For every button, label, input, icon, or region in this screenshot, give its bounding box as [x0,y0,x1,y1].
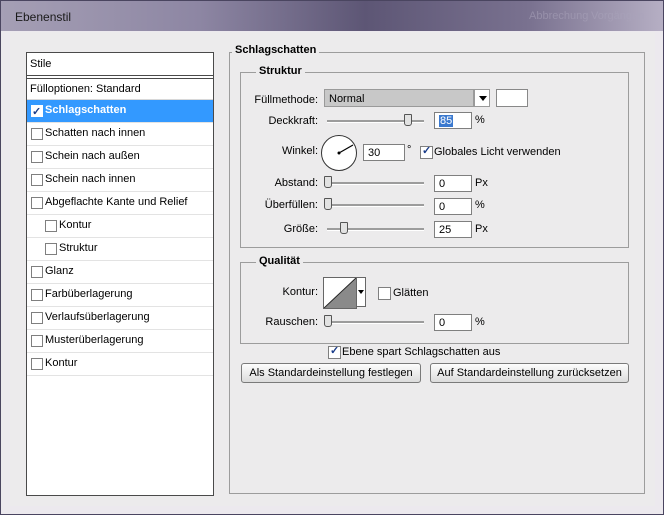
style-item-label: Schlagschatten [45,104,127,116]
spread-input[interactable]: 0 [434,198,472,215]
style-item[interactable]: Musterüberlagerung [27,330,213,353]
spread-slider-thumb[interactable] [324,198,332,210]
angle-label: Winkel: [281,145,318,157]
noise-label: Rauschen: [265,316,318,328]
style-item-label: Farbüberlagerung [45,288,133,300]
title-reflection-text: Abbrechung [529,10,589,22]
styles-header[interactable]: Stile [27,53,213,76]
distance-label: Abstand: [274,177,318,189]
opacity-unit: % [475,114,485,126]
angle-input[interactable]: 30 [363,144,405,161]
style-item[interactable]: Farbüberlagerung [27,284,213,307]
angle-unit: ° [407,144,412,156]
style-item-checkbox[interactable] [31,151,43,163]
style-item[interactable]: Schatten nach innen [27,123,213,146]
style-item-label: Schein nach außen [45,150,140,162]
distance-slider-thumb[interactable] [324,176,332,188]
contour-label: Kontur: [282,286,318,298]
style-item-label: Abgeflachte Kante und Relief [45,196,188,208]
knockout-label: Ebene spart Schlagschatten aus [342,346,501,358]
style-items: Schlagschatten Schatten nach innen Schein … [27,100,213,376]
distance-unit: Px [475,177,488,189]
opacity-label: Deckkraft: [268,115,318,127]
angle-dial-icon[interactable] [321,135,357,171]
style-item-checkbox[interactable] [31,266,43,278]
noise-unit: % [475,316,485,328]
structure-title: Struktur [256,65,305,77]
style-item-label: Kontur [59,219,92,231]
style-item-checkbox[interactable] [31,312,43,324]
dialog-client-area: Stile Fülloptionen: Standard Schlagschat… [10,32,655,506]
distance-input[interactable]: 0 [434,175,472,192]
noise-input[interactable]: 0 [434,314,472,331]
styles-list: Stile Fülloptionen: Standard Schlagschat… [26,52,214,496]
check-icon: ✓ [422,145,432,157]
angle-needle [337,144,354,155]
distance-slider-track[interactable] [327,182,424,185]
style-item-checkbox[interactable] [31,289,43,301]
blend-mode-select[interactable]: Normal [324,89,474,107]
style-item-checkbox[interactable] [31,197,43,209]
blending-options-item[interactable]: Fülloptionen: Standard [27,78,213,100]
drop-shadow-title: Schlagschatten [232,44,320,56]
style-item-checkbox[interactable] [45,243,57,255]
title-reflection-text-2: Vorgängen [591,10,645,22]
spread-label: Überfüllen: [264,199,318,211]
blend-mode-dropdown-icon[interactable] [474,89,490,107]
style-item-label: Schein nach innen [45,173,136,185]
style-item[interactable]: Kontur [27,353,213,376]
noise-slider-track[interactable] [327,321,424,324]
antialias-checkbox[interactable] [378,287,391,300]
opacity-input[interactable]: 85 [434,112,472,129]
blend-mode-label: Füllmethode: [254,94,318,106]
style-item-checkbox[interactable] [45,220,57,232]
layer-style-dialog: Ebenenstil Abbrechung Vorgängen Stile Fü… [0,0,664,515]
check-icon: ✓ [330,345,340,357]
spread-unit: % [475,199,485,211]
style-item-label: Glanz [45,265,74,277]
style-item[interactable]: Verlaufsüberlagerung [27,307,213,330]
style-item[interactable]: Kontur [27,215,213,238]
size-unit: Px [475,223,488,235]
style-item[interactable]: Abgeflachte Kante und Relief [27,192,213,215]
global-light-label: Globales Licht verwenden [434,146,561,158]
quality-title: Qualität [256,255,303,267]
noise-slider-thumb[interactable] [324,315,332,327]
contour-preview-icon[interactable] [323,277,357,309]
shadow-color-swatch[interactable] [496,89,528,107]
size-input[interactable]: 25 [434,221,472,238]
style-item-label: Musterüberlagerung [45,334,144,346]
make-default-button[interactable]: Als Standardeinstellung festlegen [241,363,421,383]
style-item-checkbox[interactable] [31,358,43,370]
style-item-label: Struktur [59,242,98,254]
reset-default-button[interactable]: Auf Standardeinstellung zurücksetzen [430,363,629,383]
style-item[interactable]: Schein nach außen [27,146,213,169]
quality-group [240,262,629,344]
style-item-label: Kontur [45,357,78,369]
contour-curve [324,278,356,308]
style-item-checkbox[interactable] [31,102,43,123]
style-item-label: Schatten nach innen [45,127,146,139]
style-item-checkbox[interactable] [31,174,43,186]
size-label: Größe: [283,223,318,235]
window-title: Ebenenstil [15,10,72,24]
style-item-checkbox[interactable] [31,128,43,140]
style-item[interactable]: Struktur [27,238,213,261]
contour-dropdown-icon[interactable] [356,277,366,307]
style-item[interactable]: Glanz [27,261,213,284]
opacity-slider-thumb[interactable] [403,114,412,126]
style-item[interactable]: Schlagschatten [27,100,213,123]
style-item-label: Verlaufsüberlagerung [45,311,150,323]
global-light-checkbox[interactable]: ✓ [420,145,433,159]
size-slider-thumb[interactable] [339,222,348,234]
style-item-checkbox[interactable] [31,335,43,347]
spread-slider-track[interactable] [327,204,424,207]
antialias-label: Glätten [393,287,429,299]
title-bar[interactable]: Ebenenstil Abbrechung Vorgängen [1,1,663,31]
knockout-checkbox[interactable]: ✓ [328,345,341,359]
style-item[interactable]: Schein nach innen [27,169,213,192]
